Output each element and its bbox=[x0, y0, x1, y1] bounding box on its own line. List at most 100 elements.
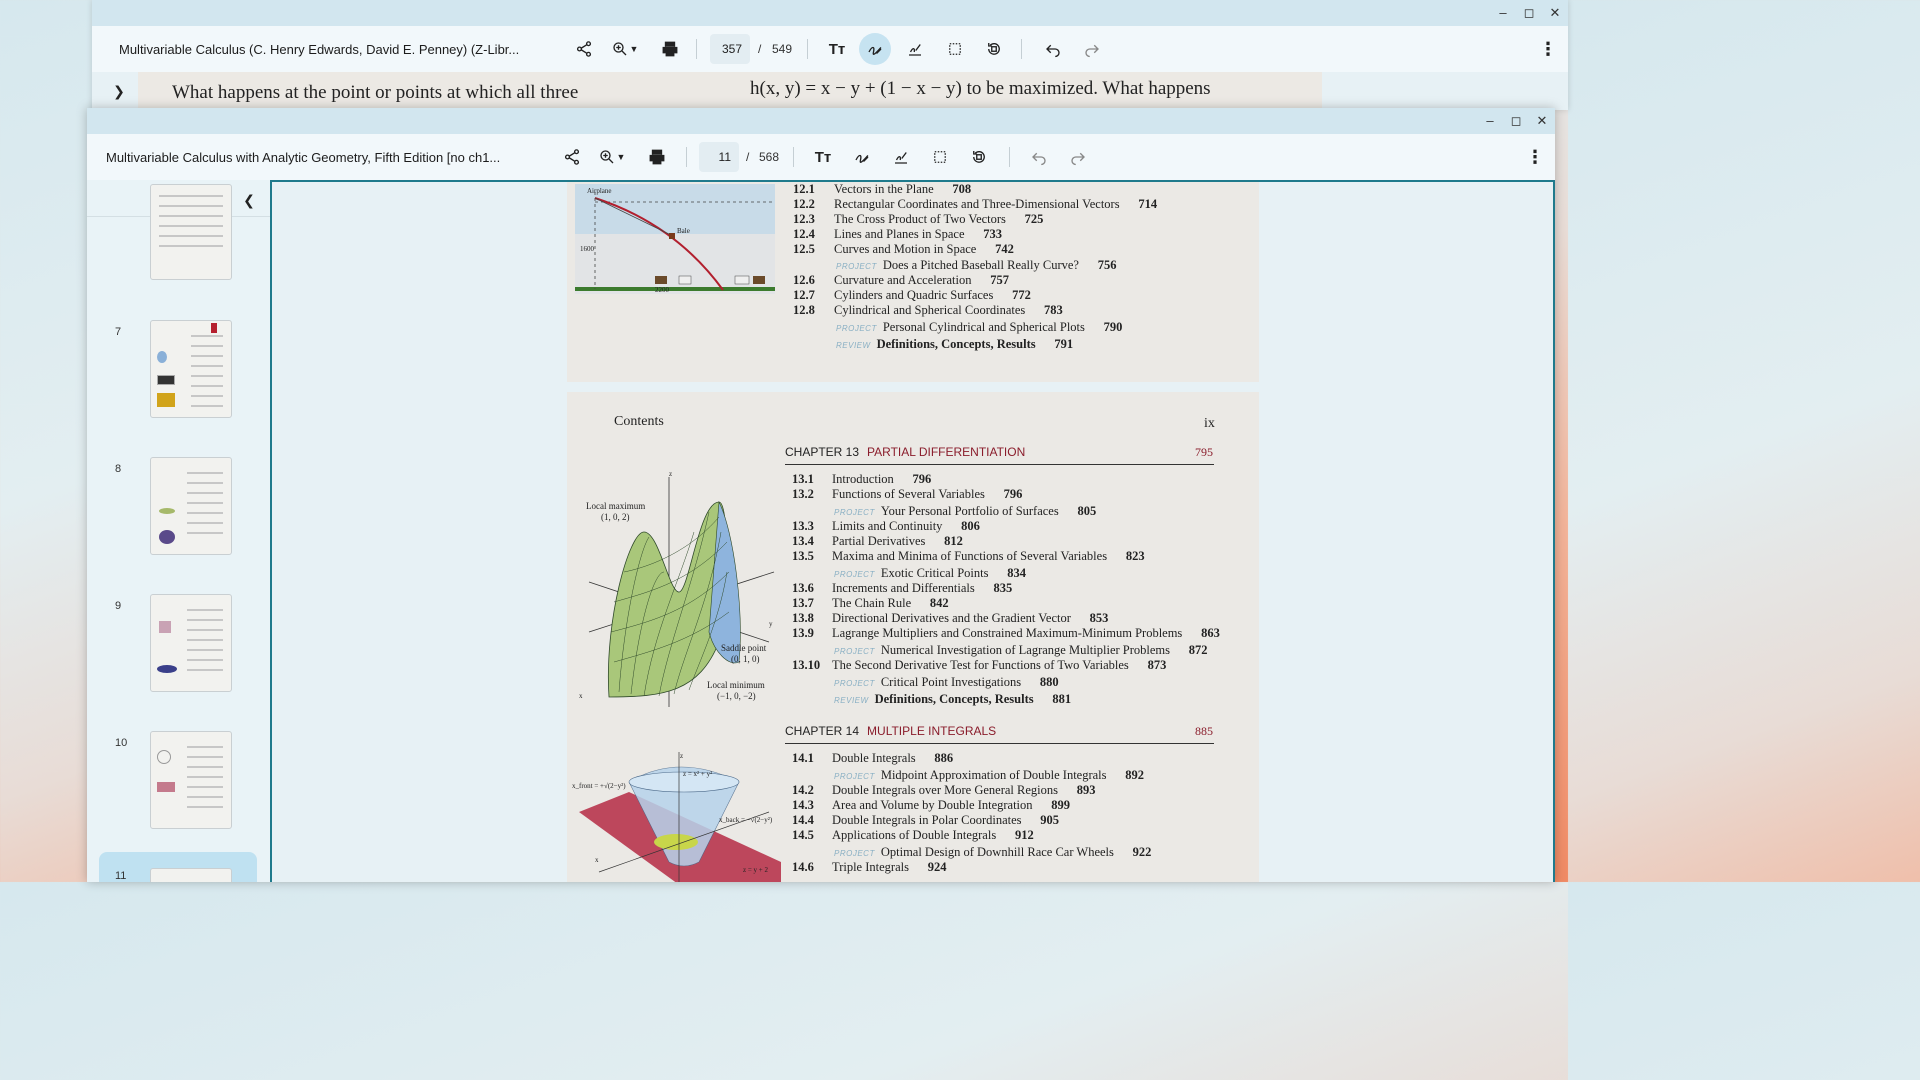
back-document-view[interactable]: ❯ What happens at the point or points at… bbox=[92, 72, 1568, 110]
undo-icon[interactable] bbox=[1023, 141, 1055, 173]
figure-caption-back: x_back = −√(2−y²) bbox=[719, 816, 773, 824]
share-icon[interactable] bbox=[556, 141, 588, 173]
more-options-icon[interactable]: ⋮ bbox=[1532, 33, 1564, 65]
toc-section-number: 14.3 bbox=[792, 798, 814, 812]
text-icon[interactable]: Tᴛ bbox=[807, 141, 839, 173]
close-icon[interactable]: ✕ bbox=[1529, 108, 1555, 134]
close-icon[interactable]: ✕ bbox=[1542, 0, 1568, 26]
toc-review-tag: REVIEW bbox=[834, 696, 869, 705]
redo-icon[interactable] bbox=[1076, 33, 1108, 65]
toc-entry: Functions of Several Variables 796 bbox=[832, 487, 1023, 501]
thumbnail-page[interactable] bbox=[150, 731, 232, 829]
toc-entry: Applications of Double Integrals 912 bbox=[832, 828, 1034, 842]
zoom-dropdown-icon[interactable]: ▼ bbox=[611, 141, 631, 173]
share-icon[interactable] bbox=[568, 33, 600, 65]
rotate-icon[interactable] bbox=[978, 33, 1010, 65]
more-options-icon[interactable]: ⋮ bbox=[1519, 141, 1551, 173]
draw-icon[interactable] bbox=[846, 141, 878, 173]
page-separator: / bbox=[746, 150, 750, 164]
thumbnail-page[interactable] bbox=[150, 184, 232, 280]
minimize-icon[interactable]: – bbox=[1477, 108, 1503, 134]
back-page-text-left: What happens at the point or points at w… bbox=[172, 82, 579, 103]
highlight-icon[interactable] bbox=[899, 33, 931, 65]
figure-caption-local-min-coords: (−1, 0, −2) bbox=[717, 691, 756, 701]
page-number-input[interactable]: 357 bbox=[710, 34, 750, 64]
front-window-titlebar: – ◻ ✕ bbox=[87, 108, 1555, 134]
text-icon[interactable]: Tᴛ bbox=[821, 33, 853, 65]
thumbnail-sidebar: ❮ 7 8 9 10 11 bbox=[87, 180, 270, 882]
sidebar-collapse-icon[interactable]: ❮ bbox=[237, 188, 261, 212]
toc-entry: Triple Integrals 924 bbox=[832, 860, 947, 874]
back-toolbar: Multivariable Calculus (C. Henry Edwards… bbox=[92, 26, 1568, 72]
toc-section-number: 13.8 bbox=[792, 611, 814, 625]
toc-entry: Curves and Motion in Space 742 bbox=[834, 242, 1014, 256]
figure-caption-local-max: Local maximum bbox=[586, 501, 646, 511]
toc-project-tag: PROJECT bbox=[834, 679, 875, 688]
document-view[interactable]: Airplane Bale 1600 2200 12.1 Vectors in t… bbox=[270, 180, 1555, 882]
back-window-controls: – ◻ ✕ bbox=[1490, 0, 1568, 26]
undo-icon[interactable] bbox=[1037, 33, 1069, 65]
page-number-input[interactable]: 11 bbox=[699, 142, 739, 172]
zoom-dropdown-icon[interactable]: ▼ bbox=[624, 33, 644, 65]
print-icon[interactable] bbox=[654, 33, 686, 65]
document-page-contents: Contents ix CHAPTER 13 PARTIAL DIFFERENTI… bbox=[567, 392, 1259, 882]
toc-entry: PROJECT Critical Point Investigations 880 bbox=[834, 675, 1059, 689]
toc-section-number: 14.5 bbox=[792, 828, 814, 842]
page-header: Contents bbox=[614, 414, 664, 429]
toc-section-number: 13.2 bbox=[792, 487, 814, 501]
toc-section-number: 12.8 bbox=[793, 303, 815, 317]
toc-project-tag: PROJECT bbox=[836, 324, 877, 333]
figure-label-airplane: Airplane bbox=[587, 187, 612, 195]
toc-section-number: 12.5 bbox=[793, 242, 815, 256]
thumbnail-label: 11 bbox=[115, 870, 127, 882]
sidebar-expand-icon[interactable]: ❯ bbox=[108, 80, 130, 102]
toc-entry: Double Integrals 886 bbox=[832, 751, 954, 765]
toc-entry: Double Integrals over More General Regio… bbox=[832, 783, 1096, 797]
select-area-icon[interactable] bbox=[924, 141, 956, 173]
thumbnail-label: 8 bbox=[115, 463, 122, 475]
redo-icon[interactable] bbox=[1062, 141, 1094, 173]
thumbnail-page[interactable] bbox=[150, 320, 232, 418]
toc-review-tag: REVIEW bbox=[836, 341, 871, 350]
toc-entry: PROJECT Midpoint Approximation of Double … bbox=[834, 768, 1145, 782]
toc-section-number: 14.1 bbox=[792, 751, 814, 765]
maximize-icon[interactable]: ◻ bbox=[1503, 108, 1529, 134]
select-area-icon[interactable] bbox=[939, 33, 971, 65]
rotate-icon[interactable] bbox=[963, 141, 995, 173]
thumbnail-page-selected[interactable] bbox=[150, 868, 232, 882]
maximize-icon[interactable]: ◻ bbox=[1516, 0, 1542, 26]
toc-section-number: 14.2 bbox=[792, 783, 814, 797]
front-document-title: Multivariable Calculus with Analytic Geo… bbox=[106, 149, 501, 165]
figure-caption-saddle: Saddle point bbox=[721, 643, 767, 653]
toc-section-number: 13.3 bbox=[792, 519, 814, 533]
toc-entry: Rectangular Coordinates and Three-Dimens… bbox=[834, 197, 1158, 211]
toc-project-tag: PROJECT bbox=[834, 508, 875, 517]
print-icon[interactable] bbox=[641, 141, 673, 173]
toc-section-number: 14.4 bbox=[792, 813, 814, 827]
toc-entry: PROJECT Numerical Investigation of Lagran… bbox=[834, 643, 1208, 657]
toc-section-number: 14.6 bbox=[792, 860, 814, 874]
toc-project-tag: PROJECT bbox=[836, 262, 877, 271]
toc-section-number: 12.3 bbox=[793, 212, 815, 226]
toc-entry: Curvature and Acceleration 757 bbox=[834, 273, 1009, 287]
toc-entry: Vectors in the Plane 708 bbox=[834, 182, 972, 196]
figure-axis-y: y bbox=[769, 620, 773, 628]
toc-section-number: 13.7 bbox=[792, 596, 814, 610]
toc-entry: REVIEW Definitions, Concepts, Results 881 bbox=[834, 692, 1072, 706]
toc-section-number: 13.5 bbox=[792, 549, 814, 563]
figure-label-distance: 2200 bbox=[655, 286, 670, 294]
thumbnail-page[interactable] bbox=[150, 457, 232, 555]
chapter-14-heading: CHAPTER 14 MULTIPLE INTEGRALS bbox=[785, 724, 997, 738]
toc-entry: The Cross Product of Two Vectors 725 bbox=[834, 212, 1044, 226]
toc-section-number: 13.9 bbox=[792, 626, 814, 640]
thumbnail-page[interactable] bbox=[150, 594, 232, 692]
page-separator: / bbox=[758, 42, 762, 56]
toc-entry: Double Integrals in Polar Coordinates 90… bbox=[832, 813, 1060, 827]
toc-project-tag: PROJECT bbox=[834, 849, 875, 858]
highlight-icon[interactable] bbox=[885, 141, 917, 173]
figure-axis-x: x bbox=[579, 692, 583, 700]
minimize-icon[interactable]: – bbox=[1490, 0, 1516, 26]
front-pdf-window: – ◻ ✕ Multivariable Calculus with Analyt… bbox=[87, 108, 1555, 882]
toc-entry: REVIEW Definitions, Concepts, Results 791 bbox=[836, 337, 1074, 351]
draw-icon[interactable] bbox=[859, 33, 891, 65]
